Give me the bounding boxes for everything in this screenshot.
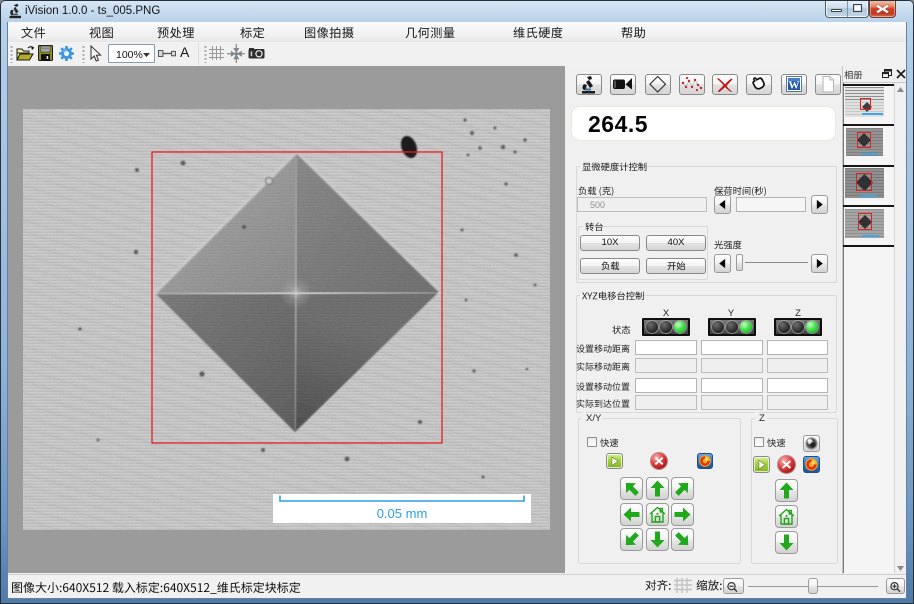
svg-text:W: W [789,80,800,92]
